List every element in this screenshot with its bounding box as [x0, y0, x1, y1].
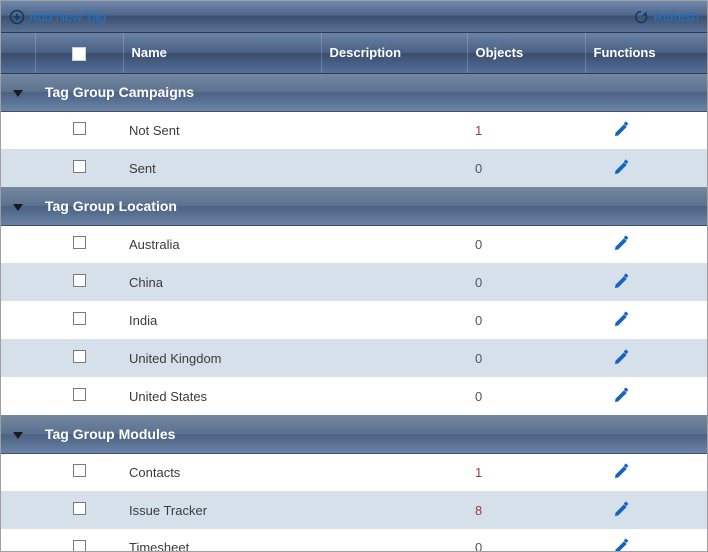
collapse-icon: [13, 204, 23, 211]
refresh-icon: [633, 9, 649, 25]
row-checkbox[interactable]: [73, 464, 86, 477]
edit-icon[interactable]: [613, 158, 631, 176]
toolbar: Add New Tag Refresh: [1, 1, 707, 33]
row-checkbox[interactable]: [73, 274, 86, 287]
table-row[interactable]: China 0: [1, 263, 707, 301]
row-objects: 8: [475, 503, 482, 518]
col-header-functions[interactable]: Functions: [585, 33, 707, 73]
group-header[interactable]: Tag Group Location: [1, 187, 707, 225]
row-checkbox[interactable]: [73, 236, 86, 249]
row-name: Sent: [129, 161, 156, 176]
row-name: Not Sent: [129, 123, 180, 138]
row-objects: 0: [475, 237, 482, 252]
col-header-description[interactable]: Description: [321, 33, 467, 73]
row-checkbox[interactable]: [73, 502, 86, 515]
table-row[interactable]: United Kingdom 0: [1, 339, 707, 377]
group-label: Tag Group Location: [45, 198, 177, 214]
row-name: United States: [129, 389, 207, 404]
row-name: Australia: [129, 237, 180, 252]
table-row[interactable]: India 0: [1, 301, 707, 339]
col-header-name[interactable]: Name: [123, 33, 321, 73]
collapse-icon: [13, 90, 23, 97]
edit-icon[interactable]: [613, 348, 631, 366]
group-header[interactable]: Tag Group Modules: [1, 415, 707, 453]
edit-icon[interactable]: [613, 386, 631, 404]
row-name: Timesheet: [129, 540, 189, 551]
select-all-checkbox[interactable]: [72, 47, 86, 61]
table-row[interactable]: Timesheet 0: [1, 529, 707, 551]
row-checkbox[interactable]: [73, 350, 86, 363]
tag-table: Name Description Objects Functions Tag G…: [1, 33, 707, 551]
tag-panel: Add New Tag Refresh: [0, 0, 708, 552]
group-label: Tag Group Modules: [45, 426, 175, 442]
table-row[interactable]: Sent 0: [1, 149, 707, 187]
edit-icon[interactable]: [613, 537, 631, 551]
table-header-row: Name Description Objects Functions: [1, 33, 707, 73]
edit-icon[interactable]: [613, 234, 631, 252]
table-body: Tag Group Campaigns Not Sent 1 Sent 0 Ta…: [1, 73, 707, 551]
table-row[interactable]: Not Sent 1: [1, 111, 707, 149]
row-checkbox[interactable]: [73, 388, 86, 401]
row-checkbox[interactable]: [73, 160, 86, 173]
group-header[interactable]: Tag Group Campaigns: [1, 73, 707, 111]
edit-icon[interactable]: [613, 500, 631, 518]
row-name: Contacts: [129, 465, 180, 480]
row-checkbox[interactable]: [73, 122, 86, 135]
refresh-link[interactable]: Refresh: [653, 9, 699, 24]
col-header-checkbox[interactable]: [35, 33, 123, 73]
table-row[interactable]: Australia 0: [1, 225, 707, 263]
row-checkbox[interactable]: [73, 312, 86, 325]
table-row[interactable]: United States 0: [1, 377, 707, 415]
table-row[interactable]: Issue Tracker 8: [1, 491, 707, 529]
row-objects: 0: [475, 275, 482, 290]
row-name: India: [129, 313, 157, 328]
row-objects: 0: [475, 313, 482, 328]
row-objects: 0: [475, 540, 482, 551]
row-objects: 0: [475, 161, 482, 176]
row-checkbox[interactable]: [73, 540, 86, 551]
col-header-expand: [1, 33, 35, 73]
row-objects: 0: [475, 389, 482, 404]
row-name: United Kingdom: [129, 351, 222, 366]
add-new-tag-link[interactable]: Add New Tag: [29, 9, 106, 24]
table-wrap[interactable]: Name Description Objects Functions Tag G…: [1, 33, 707, 551]
row-name: Issue Tracker: [129, 503, 207, 518]
row-name: China: [129, 275, 163, 290]
edit-icon[interactable]: [613, 310, 631, 328]
add-icon: [9, 9, 25, 25]
edit-icon[interactable]: [613, 120, 631, 138]
row-objects: 1: [475, 465, 482, 480]
edit-icon[interactable]: [613, 462, 631, 480]
row-objects: 0: [475, 351, 482, 366]
col-header-objects[interactable]: Objects: [467, 33, 585, 73]
group-label: Tag Group Campaigns: [45, 84, 194, 100]
row-objects: 1: [475, 123, 482, 138]
table-row[interactable]: Contacts 1: [1, 453, 707, 491]
edit-icon[interactable]: [613, 272, 631, 290]
collapse-icon: [13, 432, 23, 439]
